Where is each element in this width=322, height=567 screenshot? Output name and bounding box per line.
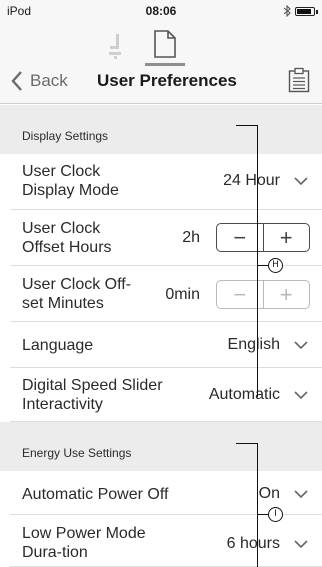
row-language[interactable]: Language English [0, 322, 322, 368]
increment-button[interactable]: + [263, 281, 309, 308]
section-header-energy-use-settings: Energy Use Settings [0, 422, 322, 471]
section-title: Display Settings [22, 129, 109, 143]
callout-i-label: I [268, 507, 283, 522]
section-header-display-settings: Display Settings [0, 105, 322, 154]
row-value: 6 hours [226, 535, 280, 552]
row-value: On [258, 485, 280, 502]
tab-document-icon[interactable] [152, 29, 178, 59]
row-label: User Clock Display Mode [22, 163, 119, 199]
callout-i-connector [258, 514, 268, 515]
chevron-down-icon[interactable] [294, 490, 308, 499]
row-user-clock-offset-minutes: User Clock Off-set Minutes 0min − + [0, 266, 322, 322]
chevron-left-icon [11, 71, 22, 91]
row-value: 0min [165, 286, 200, 303]
callout-i-line [257, 443, 258, 567]
battery-icon [295, 7, 318, 16]
row-label: User Clock Offset Hours [22, 220, 112, 256]
back-label: Back [30, 71, 68, 90]
row-value: 24 Hour [223, 172, 280, 189]
chevron-down-icon[interactable] [294, 177, 308, 186]
callout-h-label: H [268, 258, 283, 273]
row-low-power-mode-duration[interactable]: Low Power Mode Dura-tion 6 hours [0, 515, 322, 567]
callout-h-connector [258, 265, 268, 266]
chevron-down-icon[interactable] [294, 540, 308, 549]
status-bar: iPod 08:06 [0, 0, 322, 22]
selected-tab-indicator [145, 63, 185, 66]
chevron-down-icon[interactable] [294, 391, 308, 400]
increment-button[interactable]: + [263, 224, 309, 251]
clipboard-icon[interactable] [288, 67, 310, 93]
row-label: User Clock Off-set Minutes [22, 276, 132, 312]
row-label: Automatic Power Off [22, 486, 169, 503]
status-time: 08:06 [145, 4, 177, 18]
callout-h-tick [236, 125, 257, 126]
decrement-button[interactable]: − [217, 281, 263, 308]
callout-h-line [257, 125, 258, 397]
offset-hours-stepper[interactable]: − + [216, 223, 310, 252]
row-digital-speed-slider-interactivity[interactable]: Digital Speed Slider Interactivity Autom… [0, 368, 322, 422]
row-label: Digital Speed Slider Interactivity [22, 377, 163, 413]
row-label: Language [22, 337, 94, 354]
section-title: Energy Use Settings [22, 446, 132, 460]
callout-i-tick [236, 443, 257, 444]
row-label: Low Power Mode Dura-tion [22, 525, 146, 561]
row-user-clock-display-mode[interactable]: User Clock Display Mode 24 Hour [0, 154, 322, 210]
chevron-down-icon[interactable] [294, 341, 308, 350]
back-button[interactable]: Back [10, 66, 68, 96]
row-value: Automatic [208, 386, 280, 403]
row-value: English [227, 336, 280, 353]
decrement-button[interactable]: − [217, 224, 263, 251]
offset-minutes-stepper[interactable]: − + [216, 280, 310, 309]
row-value: 2h [182, 229, 200, 246]
page-title: User Preferences [97, 71, 237, 90]
bluetooth-icon [283, 5, 291, 17]
navigation-bar: Back User Preferences [0, 22, 322, 104]
tab-wheelchair-icon[interactable] [104, 32, 126, 60]
